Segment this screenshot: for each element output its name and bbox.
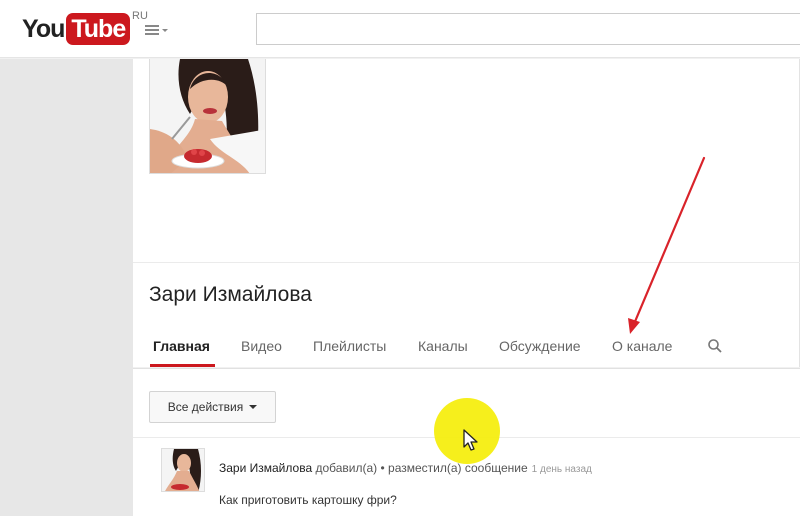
activity-action-text: добавил(а) • разместил(а) сообщение xyxy=(312,461,528,475)
all-activity-label: Все действия xyxy=(167,400,244,414)
channel-avatar-image xyxy=(150,59,265,173)
post-author-avatar-image xyxy=(162,449,204,491)
logo-region-label: RU xyxy=(132,10,148,22)
logo-tube-text: Tube xyxy=(66,13,131,45)
tab-about[interactable]: О канале xyxy=(612,338,672,354)
post-author-avatar[interactable] xyxy=(161,448,205,492)
channel-avatar[interactable] xyxy=(149,59,266,174)
hamburger-menu-icon xyxy=(145,25,159,35)
activity-timestamp: 1 день назад xyxy=(531,464,592,475)
banner-divider xyxy=(133,262,800,263)
tab-home[interactable]: Главная xyxy=(153,338,210,354)
tab-discussion[interactable]: Обсуждение xyxy=(499,338,581,354)
activity-summary: Зари Измайлова добавил(а) • разместил(а)… xyxy=(219,461,592,475)
masthead: You Tube RU xyxy=(0,0,800,58)
active-tab-indicator xyxy=(150,364,215,367)
guide-sidebar xyxy=(0,59,133,516)
guide-menu-button[interactable] xyxy=(145,22,173,38)
tab-playlists[interactable]: Плейлисты xyxy=(313,338,386,354)
mouse-pointer-icon xyxy=(463,429,478,451)
channel-tabs: Главная Видео Плейлисты Каналы Обсуждени… xyxy=(133,327,800,367)
magnifier-icon[interactable] xyxy=(706,337,724,355)
search-input[interactable] xyxy=(256,13,800,45)
tab-channels[interactable]: Каналы xyxy=(418,338,468,354)
tab-videos[interactable]: Видео xyxy=(241,338,282,354)
post-text: Как приготовить картошку фри? xyxy=(219,493,397,507)
channel-title: Зари Измайлова xyxy=(149,283,312,306)
logo-you-text: You xyxy=(22,15,65,43)
chevron-down-icon xyxy=(249,405,258,409)
chevron-down-icon xyxy=(162,28,168,32)
activity-author-link[interactable]: Зари Измайлова xyxy=(219,461,312,475)
youtube-logo[interactable]: You Tube RU xyxy=(22,10,148,45)
channel-header: Зари Измайлова Главная Видео Плейлисты К… xyxy=(133,59,800,367)
all-activity-dropdown[interactable]: Все действия xyxy=(149,391,276,423)
